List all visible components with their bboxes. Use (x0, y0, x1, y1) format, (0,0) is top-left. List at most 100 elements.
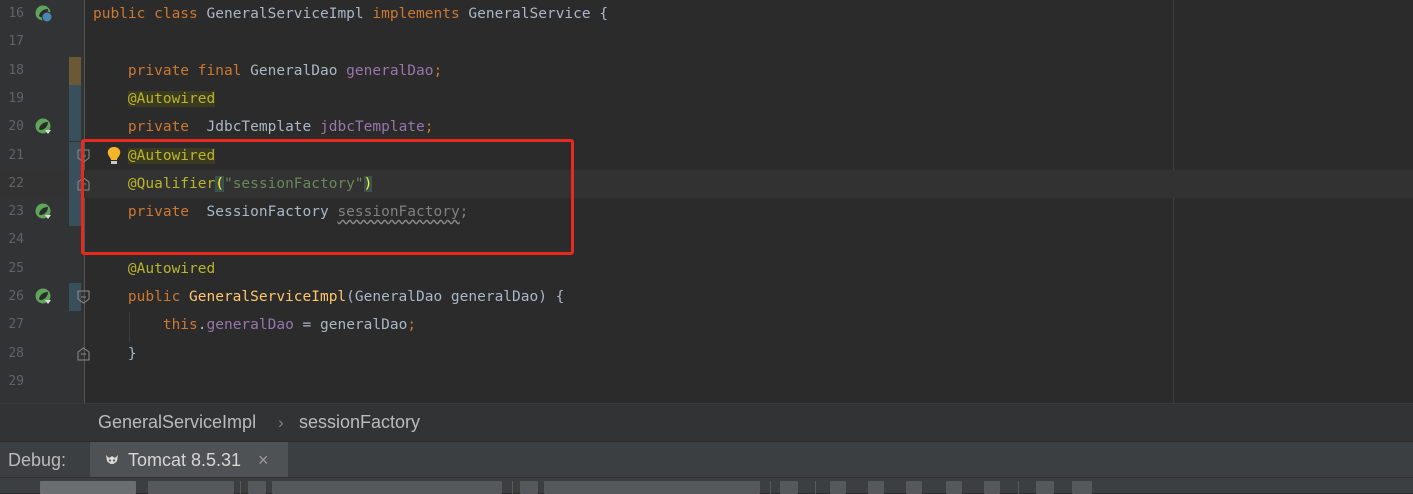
code-line[interactable]: 17 (0, 28, 1413, 56)
toolbar-button[interactable] (544, 481, 760, 494)
code-token: GeneralService { (468, 6, 609, 22)
code-line[interactable]: 24 (0, 226, 1413, 254)
fold-marker-icon[interactable] (77, 346, 90, 361)
spring-bean-icon[interactable] (35, 288, 52, 305)
fold-marker-icon[interactable] (77, 290, 90, 304)
code-line[interactable]: 25 @Autowired (0, 255, 1413, 283)
code-token: GeneralServiceImpl (206, 6, 373, 22)
code-line[interactable]: 18 private final GeneralDao generalDao; (0, 56, 1413, 85)
spring-bean-icon[interactable] (35, 118, 52, 135)
code-text: private JdbcTemplate jdbcTemplate; (93, 113, 434, 141)
line-number[interactable]: 22 (0, 170, 24, 198)
code-token: generalDao (206, 317, 294, 334)
line-number[interactable]: 19 (0, 85, 24, 113)
spring-bean-icon[interactable] (35, 203, 52, 220)
code-line[interactable]: 28 } (0, 340, 1413, 368)
code-token: GeneralServiceImpl (189, 289, 347, 305)
code-token: private final (93, 62, 251, 79)
code-line[interactable]: 29 (0, 368, 1413, 396)
code-token: ( (215, 175, 224, 192)
code-line[interactable]: 26 public GeneralServiceImpl(GeneralDao … (0, 283, 1413, 311)
code-text: this.generalDao = generalDao; (93, 311, 416, 339)
fold-marker-icon[interactable] (77, 149, 90, 163)
toolbar-button[interactable] (148, 481, 234, 494)
code-token: this (93, 317, 198, 334)
class-icon[interactable] (35, 5, 52, 22)
toolbar-button[interactable] (272, 481, 502, 494)
line-number[interactable]: 20 (0, 113, 24, 141)
force-step-into-icon[interactable] (906, 481, 922, 494)
line-number[interactable]: 18 (0, 57, 24, 85)
line-number[interactable]: 17 (0, 28, 24, 56)
evaluate-icon[interactable] (1072, 481, 1092, 494)
drop-frame-icon[interactable] (984, 481, 1000, 494)
close-icon[interactable]: × (258, 442, 269, 478)
debugger-icon[interactable] (520, 481, 538, 494)
rerun-icon[interactable] (780, 481, 798, 494)
breadcrumb-item-class[interactable]: GeneralServiceImpl (98, 404, 256, 441)
code-token: } (93, 345, 137, 362)
code-text: } (93, 340, 137, 368)
code-token: JdbcTemplate (206, 119, 320, 136)
breadcrumb-item-field[interactable]: sessionFactory (299, 404, 420, 441)
line-number[interactable]: 25 (0, 255, 24, 283)
tomcat-icon (106, 455, 118, 464)
step-into-icon[interactable] (868, 481, 884, 494)
change-marker (69, 84, 81, 113)
code-line[interactable]: 22 @Qualifier("sessionFactory") (0, 169, 1413, 198)
line-number[interactable]: 24 (0, 226, 24, 254)
indent-guide (129, 312, 130, 342)
code-line[interactable]: 20 private JdbcTemplate jdbcTemplate; (0, 113, 1413, 142)
code-token: ; (433, 62, 443, 79)
code-token: @Autowired (127, 260, 216, 277)
code-line[interactable]: 19 @Autowired (0, 84, 1413, 113)
code-token: GeneralDao (250, 62, 347, 79)
code-token: private (93, 204, 207, 221)
fold-marker-icon[interactable] (77, 177, 90, 191)
code-token: @Autowired (127, 147, 216, 164)
toolbar-separator (770, 481, 771, 494)
code-text: private SessionFactory sessionFactory; (93, 198, 469, 226)
code-line[interactable]: 27 this.generalDao = generalDao; (0, 311, 1413, 339)
toolbar-separator (1018, 481, 1019, 494)
code-token: "sessionFactory" (223, 175, 364, 192)
line-number[interactable]: 27 (0, 311, 24, 339)
tab-tomcat[interactable]: Tomcat 8.5.31 × (90, 442, 288, 478)
code-text: public GeneralServiceImpl(GeneralDao gen… (93, 283, 565, 311)
code-text: @Autowired (93, 142, 216, 170)
line-number[interactable]: 23 (0, 198, 24, 226)
code-token: public (93, 289, 190, 305)
line-number[interactable]: 29 (0, 368, 24, 396)
console-icon[interactable] (248, 481, 266, 494)
run-to-cursor-icon[interactable] (1036, 481, 1054, 494)
code-line[interactable]: 16 public class GeneralServiceImpl implem… (0, 0, 1413, 28)
code-token: ; (459, 204, 469, 221)
code-token: @Qualifier (127, 175, 216, 192)
code-token: generalDao (346, 62, 434, 79)
frames-tab-button[interactable] (40, 481, 136, 494)
code-text: @Qualifier("sessionFactory") (93, 170, 373, 198)
code-token: ; (407, 317, 417, 334)
code-token: ) (363, 175, 373, 192)
step-over-icon[interactable] (830, 481, 846, 494)
code-editor[interactable]: 16 public class GeneralServiceImpl implem… (0, 0, 1413, 403)
code-line[interactable]: 21 @Autowired (0, 141, 1413, 170)
code-token: private (93, 119, 207, 136)
line-number[interactable]: 16 (0, 0, 24, 28)
step-out-icon[interactable] (946, 481, 962, 494)
change-marker (69, 198, 81, 227)
line-number[interactable]: 28 (0, 340, 24, 368)
code-text: @Autowired (93, 255, 215, 283)
line-number[interactable]: 21 (0, 142, 24, 170)
breadcrumb: GeneralServiceImpl › sessionFactory (0, 403, 1413, 441)
toolbar-separator (240, 481, 241, 494)
code-token: ; (424, 119, 434, 136)
line-number[interactable]: 26 (0, 283, 24, 311)
toolbar-separator (815, 481, 816, 494)
code-token: . (197, 317, 207, 334)
code-line[interactable]: 23 private SessionFactory sessionFactory… (0, 198, 1413, 227)
code-text: private final GeneralDao generalDao; (93, 57, 442, 85)
